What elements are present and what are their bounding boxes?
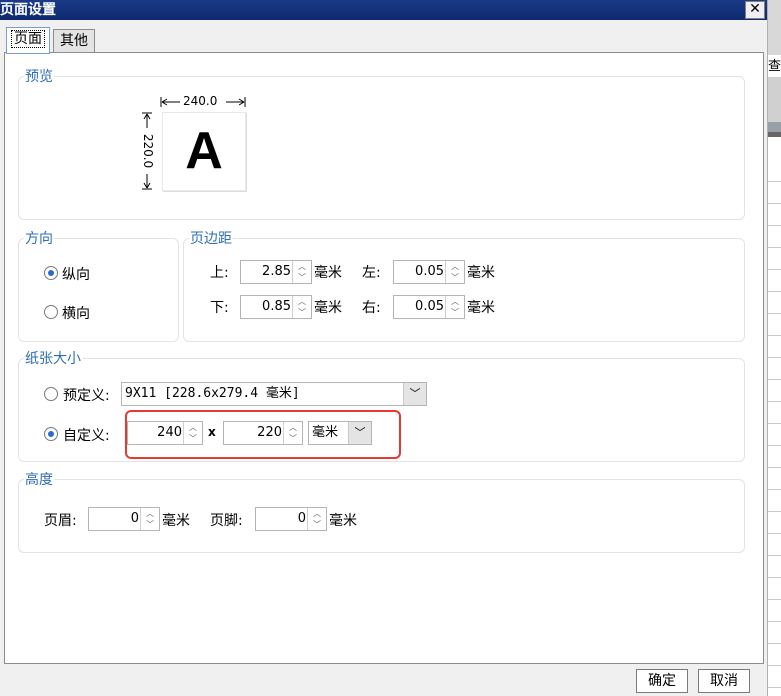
close-icon: ✕ <box>749 1 761 17</box>
margin-top-label: 上: <box>210 265 229 281</box>
spin-up-icon[interactable]: ︿ <box>293 261 311 272</box>
preview-group <box>18 76 745 220</box>
margin-left-label: 左: <box>362 265 381 281</box>
margin-bottom-value[interactable]: 0.85 <box>262 296 291 318</box>
footer-stepper[interactable]: 0 ︿ ﹀ <box>255 507 327 531</box>
spin-up-icon[interactable]: ︿ <box>308 508 326 519</box>
header-stepper[interactable]: 0 ︿ ﹀ <box>88 507 160 531</box>
margin-left-value[interactable]: 0.05 <box>415 261 444 283</box>
margin-top-unit: 毫米 <box>314 265 342 281</box>
margins-label: 页边距 <box>189 228 233 248</box>
ok-button[interactable]: 确定 <box>636 669 688 693</box>
margin-right-stepper[interactable]: 0.05 ︿ ﹀ <box>393 295 465 319</box>
spin-down-icon[interactable]: ﹀ <box>293 272 311 283</box>
spin-down-icon[interactable]: ﹀ <box>446 272 464 283</box>
close-button[interactable]: ✕ <box>745 1 765 19</box>
chevron-down-icon[interactable]: ﹀ <box>403 383 426 405</box>
width-dimension-label: 240.0 <box>183 94 218 108</box>
spin-up-icon[interactable]: ︿ <box>141 508 159 519</box>
footer-unit: 毫米 <box>329 513 357 529</box>
margin-bottom-unit: 毫米 <box>314 300 342 316</box>
margin-right-value[interactable]: 0.05 <box>415 296 444 318</box>
spin-up-icon[interactable]: ︿ <box>446 296 464 307</box>
spin-up-icon[interactable]: ︿ <box>293 296 311 307</box>
predefined-label[interactable]: 预定义: <box>63 385 110 405</box>
orientation-label: 方向 <box>24 228 54 248</box>
preview-label: 预览 <box>24 66 54 86</box>
margin-left-unit: 毫米 <box>467 265 495 281</box>
margin-right-unit: 毫米 <box>467 300 495 316</box>
portrait-label[interactable]: 纵向 <box>62 264 90 284</box>
margin-bottom-stepper[interactable]: 0.85 ︿ ﹀ <box>240 295 312 319</box>
height-label: 高度 <box>24 469 54 489</box>
preview-letter: A <box>185 122 223 180</box>
landscape-radio[interactable] <box>44 305 58 319</box>
tab-page[interactable]: 页面 <box>6 27 50 54</box>
cancel-button[interactable]: 取消 <box>698 669 750 693</box>
spin-down-icon[interactable]: ﹀ <box>308 519 326 530</box>
paper-size-label: 纸张大小 <box>24 348 82 368</box>
margin-top-stepper[interactable]: 2.85 ︿ ﹀ <box>240 260 312 284</box>
page-preview: A <box>162 112 246 191</box>
spin-down-icon[interactable]: ﹀ <box>141 519 159 530</box>
background-window-strip: 查 <box>767 0 781 696</box>
margin-bottom-label: 下: <box>210 300 229 316</box>
background-text: 查 <box>768 55 781 77</box>
predefined-radio[interactable] <box>44 387 58 401</box>
landscape-label[interactable]: 横向 <box>62 303 90 323</box>
spin-down-icon[interactable]: ﹀ <box>446 307 464 318</box>
spin-down-icon[interactable]: ﹀ <box>293 307 311 318</box>
orientation-group <box>18 238 179 342</box>
predefined-size-select[interactable]: 9X11 [228.6x279.4 毫米] ﹀ <box>121 382 427 406</box>
predefined-size-value: 9X11 [228.6x279.4 毫米] <box>125 386 300 401</box>
margin-left-stepper[interactable]: 0.05 ︿ ﹀ <box>393 260 465 284</box>
tab-other[interactable]: 其他 <box>53 29 95 52</box>
margins-group <box>183 238 745 342</box>
portrait-radio[interactable] <box>44 266 58 280</box>
margin-top-value[interactable]: 2.85 <box>262 261 291 283</box>
custom-label[interactable]: 自定义: <box>63 425 110 445</box>
custom-radio[interactable] <box>44 427 58 441</box>
custom-size-highlight <box>125 410 401 459</box>
window-title: 页面设置 <box>0 2 56 18</box>
header-value[interactable]: 0 <box>131 508 139 530</box>
header-unit: 毫米 <box>162 513 190 529</box>
margin-right-label: 右: <box>362 300 381 316</box>
height-dimension-label: 220.0 <box>141 131 155 171</box>
footer-label: 页脚: <box>210 513 243 529</box>
spin-up-icon[interactable]: ︿ <box>446 261 464 272</box>
header-label: 页眉: <box>44 513 77 529</box>
title-bar: 页面设置 ✕ <box>0 0 767 20</box>
footer-value[interactable]: 0 <box>298 508 306 530</box>
